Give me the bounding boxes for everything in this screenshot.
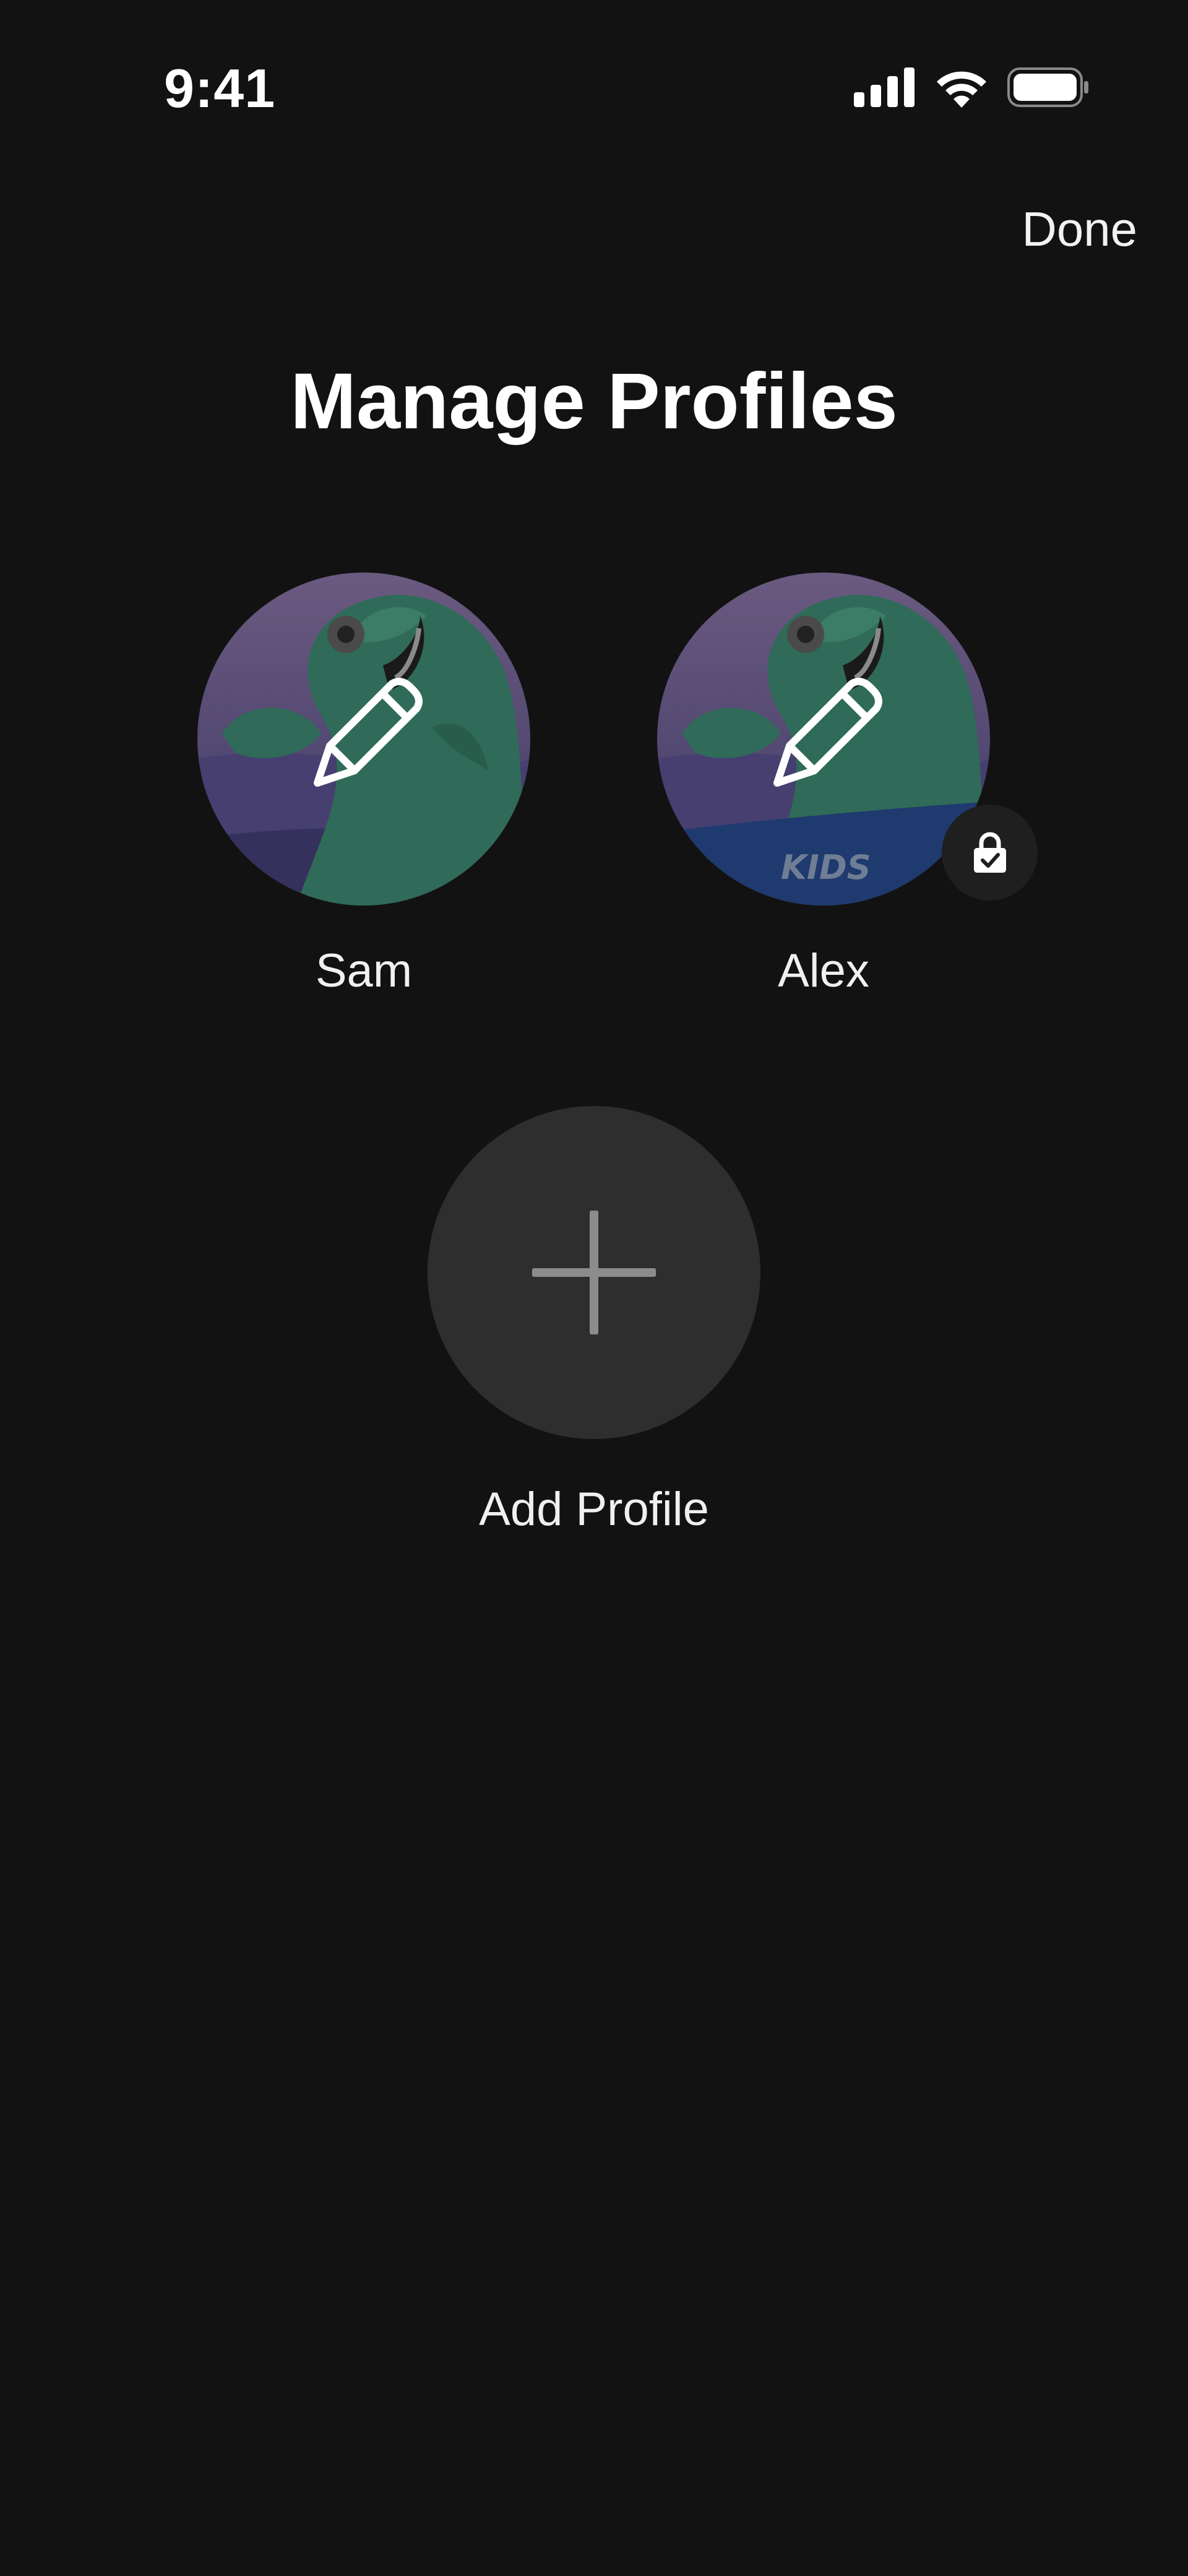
status-icons xyxy=(854,67,1089,108)
battery-icon xyxy=(1007,67,1088,107)
avatar[interactable] xyxy=(197,573,530,905)
add-profile-button[interactable]: Add Profile xyxy=(421,1106,767,1536)
add-profile-label: Add Profile xyxy=(479,1483,709,1536)
plus-icon xyxy=(532,1211,656,1334)
profile-name: Alex xyxy=(778,944,869,997)
profile-sam[interactable]: Sam xyxy=(191,573,537,998)
wifi-icon xyxy=(937,71,986,108)
status-bar: 9:41 xyxy=(0,0,1188,167)
cellular-signal-icon xyxy=(854,67,915,107)
status-time: 9:41 xyxy=(164,58,276,119)
kids-tag: KIDS xyxy=(781,848,871,887)
profile-alex[interactable]: KIDS Alex xyxy=(650,573,1038,998)
profile-name: Sam xyxy=(315,944,413,997)
add-profile-circle[interactable] xyxy=(428,1106,760,1439)
done-button[interactable]: Done xyxy=(1022,201,1137,257)
page-title: Manage Profiles xyxy=(290,357,898,446)
lock-badge xyxy=(942,805,1038,901)
lock-icon xyxy=(973,832,1006,873)
avatar[interactable]: KIDS xyxy=(657,573,1038,905)
pencil-icon xyxy=(314,678,423,787)
pencil-icon xyxy=(773,678,882,787)
